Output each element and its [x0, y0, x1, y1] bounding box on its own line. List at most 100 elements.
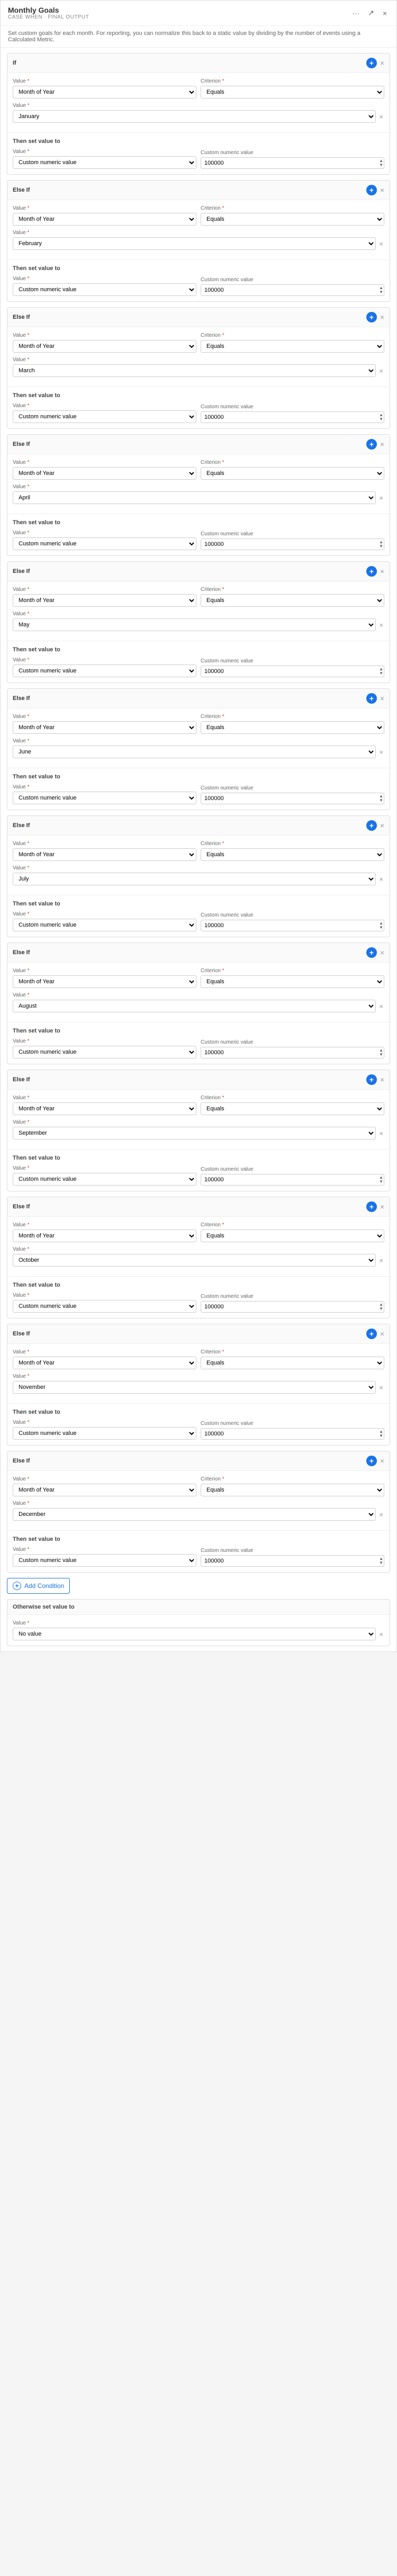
else-if-close-button-7[interactable]: × [380, 1075, 384, 1084]
else-if-criterion-select-4[interactable]: Equals [201, 721, 384, 734]
else-if-then-number-input-7[interactable] [201, 1174, 384, 1186]
else-if-month-remove-1[interactable]: × [378, 367, 384, 375]
else-if-then-number-input-1[interactable] [201, 411, 384, 423]
else-if-month-select-8[interactable]: October [13, 1254, 376, 1267]
else-if-value-select-7[interactable]: Month of Year [13, 1102, 196, 1115]
else-if-criterion-select-6[interactable]: Equals [201, 975, 384, 988]
else-if-month-select-9[interactable]: November [13, 1381, 376, 1394]
else-if-then-spin-down-6[interactable]: ▼ [379, 1053, 383, 1057]
else-if-add-button-9[interactable]: + [366, 1329, 377, 1339]
else-if-then-number-input-8[interactable] [201, 1301, 384, 1313]
else-if-then-number-input-0[interactable] [201, 284, 384, 296]
else-if-value-select-4[interactable]: Month of Year [13, 721, 196, 734]
else-if-month-remove-5[interactable]: × [378, 875, 384, 883]
first-if-month-select[interactable]: January [13, 110, 376, 123]
else-if-then-value-select-6[interactable]: Custom numeric value [13, 1046, 196, 1058]
first-if-add-button[interactable]: + [366, 58, 377, 68]
else-if-close-button-8[interactable]: × [380, 1202, 384, 1211]
else-if-value-select-1[interactable]: Month of Year [13, 340, 196, 353]
else-if-value-select-8[interactable]: Month of Year [13, 1229, 196, 1242]
else-if-criterion-select-7[interactable]: Equals [201, 1102, 384, 1115]
else-if-then-number-input-9[interactable] [201, 1428, 384, 1440]
else-if-month-select-1[interactable]: March [13, 364, 376, 377]
else-if-criterion-select-1[interactable]: Equals [201, 340, 384, 353]
else-if-criterion-select-10[interactable]: Equals [201, 1484, 384, 1496]
else-if-criterion-select-9[interactable]: Equals [201, 1357, 384, 1369]
else-if-month-select-2[interactable]: April [13, 491, 376, 504]
else-if-add-button-1[interactable]: + [366, 312, 377, 322]
else-if-value-select-5[interactable]: Month of Year [13, 848, 196, 861]
add-condition-button[interactable]: + Add Condition [7, 1578, 70, 1594]
else-if-then-spin-down-7[interactable]: ▼ [379, 1180, 383, 1184]
else-if-month-remove-3[interactable]: × [378, 621, 384, 629]
else-if-then-value-select-0[interactable]: Custom numeric value [13, 283, 196, 296]
first-then-spin-down[interactable]: ▼ [379, 163, 383, 167]
external-link-button[interactable]: ↗ [366, 7, 376, 19]
else-if-value-select-0[interactable]: Month of Year [13, 213, 196, 226]
else-if-value-select-3[interactable]: Month of Year [13, 594, 196, 607]
close-panel-button[interactable]: × [381, 8, 389, 19]
else-if-month-select-3[interactable]: May [13, 618, 376, 631]
else-if-then-spin-down-5[interactable]: ▼ [379, 926, 383, 930]
else-if-criterion-select-3[interactable]: Equals [201, 594, 384, 607]
else-if-value-select-9[interactable]: Month of Year [13, 1357, 196, 1369]
else-if-value-select-2[interactable]: Month of Year [13, 467, 196, 480]
else-if-then-value-select-1[interactable]: Custom numeric value [13, 410, 196, 423]
else-if-then-spin-down-3[interactable]: ▼ [379, 671, 383, 676]
else-if-then-value-select-10[interactable]: Custom numeric value [13, 1554, 196, 1567]
else-if-criterion-select-0[interactable]: Equals [201, 213, 384, 226]
else-if-close-button-10[interactable]: × [380, 1457, 384, 1465]
else-if-close-button-4[interactable]: × [380, 694, 384, 703]
first-if-month-remove[interactable]: × [378, 113, 384, 121]
else-if-then-value-select-2[interactable]: Custom numeric value [13, 537, 196, 550]
first-if-close-button[interactable]: × [380, 59, 384, 67]
else-if-close-button-9[interactable]: × [380, 1330, 384, 1338]
else-if-then-number-input-3[interactable] [201, 666, 384, 677]
else-if-then-number-input-6[interactable] [201, 1047, 384, 1058]
else-if-close-button-2[interactable]: × [380, 440, 384, 448]
else-if-then-spin-down-2[interactable]: ▼ [379, 544, 383, 549]
else-if-close-button-0[interactable]: × [380, 186, 384, 194]
else-if-then-spin-down-8[interactable]: ▼ [379, 1307, 383, 1311]
else-if-then-spin-down-9[interactable]: ▼ [379, 1434, 383, 1438]
else-if-then-number-input-2[interactable] [201, 538, 384, 550]
else-if-add-button-6[interactable]: + [366, 947, 377, 958]
else-if-value-select-10[interactable]: Month of Year [13, 1484, 196, 1496]
else-if-month-select-6[interactable]: August [13, 1000, 376, 1012]
else-if-then-value-select-3[interactable]: Custom numeric value [13, 665, 196, 677]
else-if-criterion-select-2[interactable]: Equals [201, 467, 384, 480]
first-then-value-select[interactable]: Custom numeric value [13, 156, 196, 169]
else-if-then-number-input-5[interactable] [201, 920, 384, 931]
first-if-criterion-select[interactable]: Equals [201, 86, 384, 98]
else-if-month-select-10[interactable]: December [13, 1508, 376, 1521]
else-if-then-value-select-8[interactable]: Custom numeric value [13, 1300, 196, 1313]
else-if-month-remove-6[interactable]: × [378, 1002, 384, 1010]
else-if-add-button-2[interactable]: + [366, 439, 377, 450]
else-if-month-remove-4[interactable]: × [378, 748, 384, 756]
else-if-month-remove-9[interactable]: × [378, 1384, 384, 1392]
else-if-month-select-4[interactable]: June [13, 746, 376, 758]
else-if-then-value-select-9[interactable]: Custom numeric value [13, 1427, 196, 1440]
else-if-then-value-select-5[interactable]: Custom numeric value [13, 919, 196, 931]
first-if-value-select[interactable]: Month of Year [13, 86, 196, 98]
else-if-add-button-10[interactable]: + [366, 1456, 377, 1466]
else-if-close-button-1[interactable]: × [380, 313, 384, 321]
otherwise-value-select[interactable]: No value [13, 1628, 376, 1640]
else-if-then-spin-down-10[interactable]: ▼ [379, 1561, 383, 1565]
else-if-then-spin-down-4[interactable]: ▼ [379, 798, 383, 803]
else-if-value-select-6[interactable]: Month of Year [13, 975, 196, 988]
else-if-add-button-0[interactable]: + [366, 185, 377, 195]
else-if-then-spin-down-1[interactable]: ▼ [379, 417, 383, 421]
else-if-month-remove-2[interactable]: × [378, 494, 384, 502]
else-if-month-remove-7[interactable]: × [378, 1129, 384, 1137]
else-if-then-value-select-7[interactable]: Custom numeric value [13, 1173, 196, 1186]
more-options-button[interactable]: ··· [350, 8, 362, 19]
else-if-then-value-select-4[interactable]: Custom numeric value [13, 792, 196, 804]
else-if-month-select-0[interactable]: February [13, 237, 376, 250]
else-if-close-button-6[interactable]: × [380, 948, 384, 957]
else-if-close-button-3[interactable]: × [380, 567, 384, 576]
otherwise-remove-button[interactable]: × [378, 1630, 384, 1638]
else-if-month-remove-10[interactable]: × [378, 1511, 384, 1519]
else-if-add-button-3[interactable]: + [366, 566, 377, 577]
else-if-add-button-8[interactable]: + [366, 1201, 377, 1212]
